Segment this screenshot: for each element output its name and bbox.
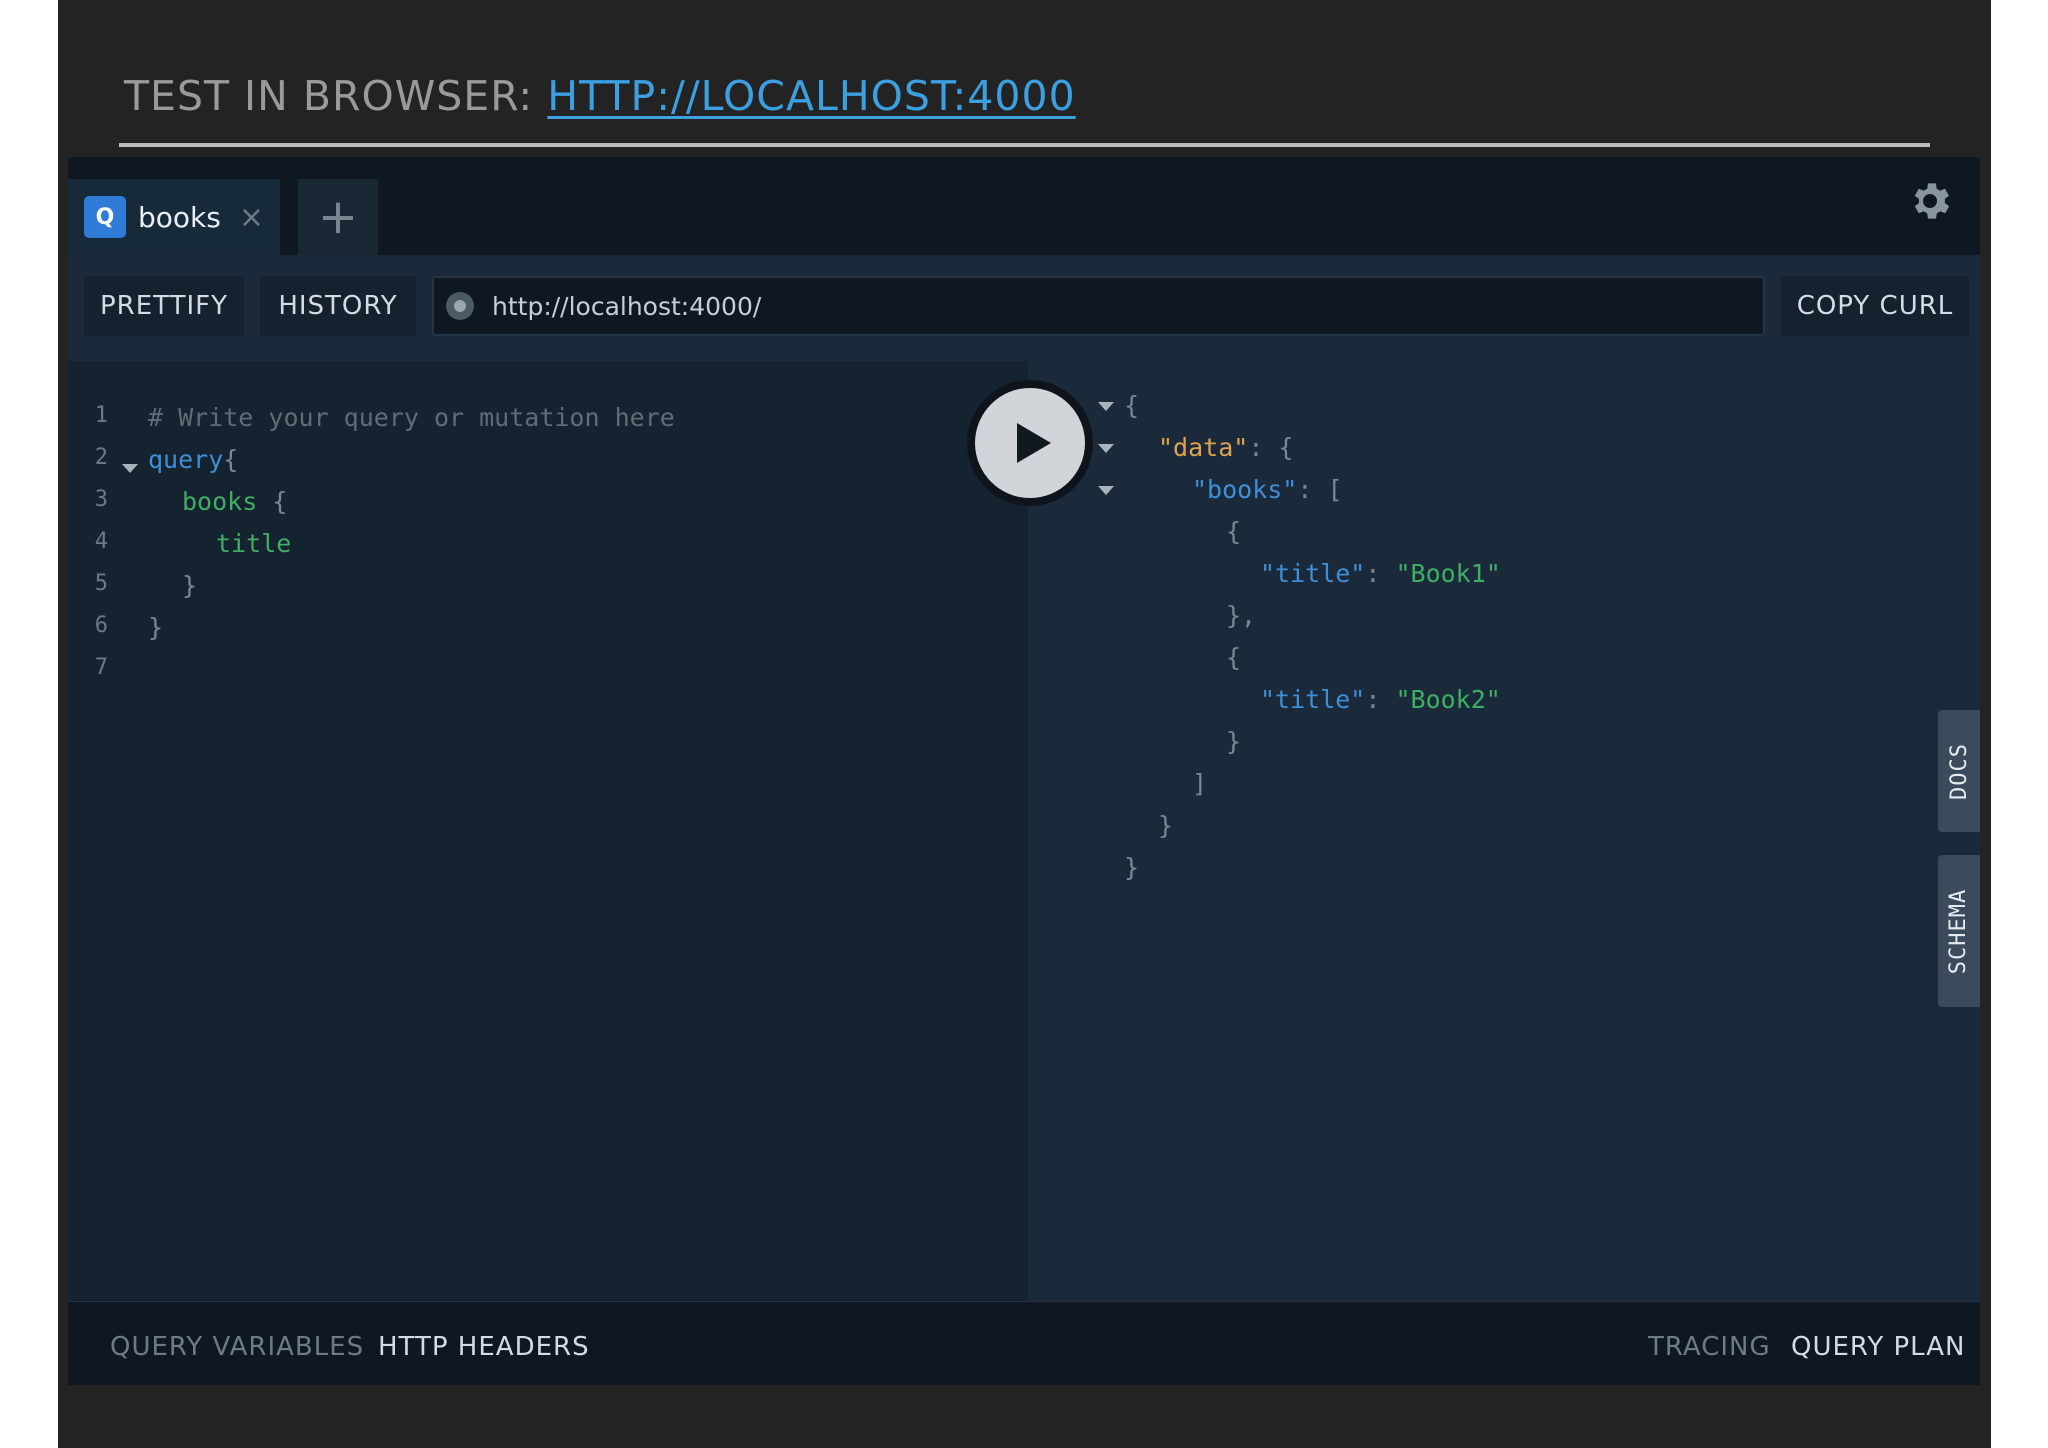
- status-dot-icon: [446, 292, 474, 320]
- json-key: "title": [1260, 684, 1366, 714]
- json-line: ]: [1192, 762, 1207, 804]
- line-number: 6: [94, 613, 108, 638]
- json-punctuation: : {: [1248, 432, 1294, 462]
- json-punctuation: }: [1124, 852, 1140, 882]
- line-number: 7: [94, 655, 108, 680]
- line-number: 5: [94, 571, 108, 596]
- code-field: title: [216, 528, 292, 558]
- json-line: "title": "Book2": [1260, 678, 1501, 720]
- history-button[interactable]: HISTORY: [260, 276, 416, 336]
- line-number: 1: [94, 403, 108, 428]
- json-line: }: [1226, 720, 1241, 762]
- tracing-tab[interactable]: TRACING: [1648, 1332, 1771, 1362]
- prettify-button[interactable]: PRETTIFY: [84, 276, 244, 336]
- gear-icon[interactable]: [1906, 177, 1954, 225]
- line-number: 3: [94, 487, 108, 512]
- json-punctuation: {: [1226, 516, 1242, 546]
- line-number: 4: [94, 529, 108, 554]
- json-line: "books": [: [1192, 468, 1343, 510]
- docs-tab-label: DOCS: [1946, 742, 1972, 800]
- json-line: }: [1158, 804, 1173, 846]
- json-punctuation: ]: [1192, 768, 1208, 798]
- query-editor[interactable]: 1 2 3 4 5 6 7 # Write your query or muta…: [68, 361, 1028, 1301]
- json-key: "title": [1260, 558, 1366, 588]
- heading-prefix: TEST IN BROWSER:: [124, 72, 534, 120]
- copy-curl-button[interactable]: COPY CURL: [1781, 276, 1969, 336]
- graphql-playground: Q books × + PRETTIFY HISTORY http://loca…: [68, 157, 1980, 1385]
- json-punctuation: }: [1158, 810, 1174, 840]
- code-line: query{: [148, 438, 238, 480]
- schema-tab[interactable]: SCHEMA: [1938, 855, 1980, 1007]
- code-line: # Write your query or mutation here: [148, 396, 675, 438]
- code-punctuation: {: [257, 486, 288, 516]
- fold-arrow-icon[interactable]: [122, 464, 138, 473]
- toolbar: PRETTIFY HISTORY http://localhost:4000/ …: [68, 255, 1980, 361]
- code-line: books {: [182, 480, 287, 522]
- query-badge-icon: Q: [84, 196, 126, 238]
- json-key: "data": [1158, 432, 1249, 462]
- code-punctuation: {: [223, 444, 239, 474]
- code-field: books: [182, 486, 258, 516]
- slide: TEST IN BROWSER: HTTP://LOCALHOST:4000 Q…: [58, 0, 1991, 1448]
- tab-books[interactable]: Q books ×: [68, 179, 280, 255]
- json-line: "title": "Book1": [1260, 552, 1501, 594]
- json-line: {: [1226, 510, 1241, 552]
- schema-tab-label: SCHEMA: [1946, 888, 1972, 974]
- fold-arrow-icon[interactable]: [1098, 486, 1114, 495]
- json-punctuation: :: [1365, 558, 1396, 588]
- json-punctuation: }: [1226, 726, 1242, 756]
- query-variables-tab[interactable]: QUERY VARIABLES: [110, 1332, 364, 1362]
- line-number: 2: [94, 445, 108, 470]
- endpoint-url-text: http://localhost:4000/: [492, 291, 762, 321]
- json-line: "data": {: [1158, 426, 1293, 468]
- endpoint-url-input[interactable]: http://localhost:4000/: [432, 276, 1765, 336]
- fold-arrow-icon[interactable]: [1098, 444, 1114, 453]
- result-viewer: { "data": { "books": [ { "title": "Book1…: [1028, 361, 1980, 1301]
- http-headers-tab[interactable]: HTTP HEADERS: [378, 1332, 590, 1362]
- tab-label: books: [138, 200, 221, 234]
- json-punctuation: },: [1226, 600, 1257, 630]
- code-comment: # Write your query or mutation here: [148, 402, 675, 432]
- json-line: {: [1226, 636, 1241, 678]
- json-punctuation: :: [1365, 684, 1396, 714]
- json-punctuation: : [: [1297, 474, 1343, 504]
- code-line: title: [216, 522, 291, 564]
- json-line: }: [1124, 846, 1139, 888]
- add-tab-button[interactable]: +: [298, 179, 378, 255]
- code-line: }: [148, 606, 163, 648]
- json-string: "Book1": [1395, 558, 1501, 588]
- code-punctuation: }: [182, 570, 198, 600]
- plus-icon: +: [317, 189, 359, 245]
- heading-divider: [119, 143, 1930, 147]
- json-line: },: [1226, 594, 1256, 636]
- query-plan-tab[interactable]: QUERY PLAN: [1791, 1332, 1965, 1362]
- tab-bar: Q books × +: [68, 157, 1980, 255]
- json-key: "books": [1192, 474, 1298, 504]
- play-icon: [1017, 423, 1051, 463]
- docs-tab[interactable]: DOCS: [1938, 710, 1980, 832]
- execute-query-button[interactable]: [967, 380, 1093, 506]
- json-punctuation: {: [1226, 642, 1242, 672]
- slide-heading: TEST IN BROWSER: HTTP://LOCALHOST:4000: [124, 72, 1076, 120]
- close-icon[interactable]: ×: [239, 200, 264, 235]
- play-button-face: [975, 388, 1085, 498]
- json-string: "Book2": [1395, 684, 1501, 714]
- json-line: {: [1124, 384, 1139, 426]
- code-punctuation: }: [148, 612, 164, 642]
- fold-arrow-icon[interactable]: [1098, 402, 1114, 411]
- bottom-bar: QUERY VARIABLES HTTP HEADERS TRACING QUE…: [68, 1301, 1980, 1385]
- code-line: }: [182, 564, 197, 606]
- localhost-link[interactable]: HTTP://LOCALHOST:4000: [547, 72, 1075, 120]
- code-keyword: query: [148, 444, 224, 474]
- json-punctuation: {: [1124, 390, 1140, 420]
